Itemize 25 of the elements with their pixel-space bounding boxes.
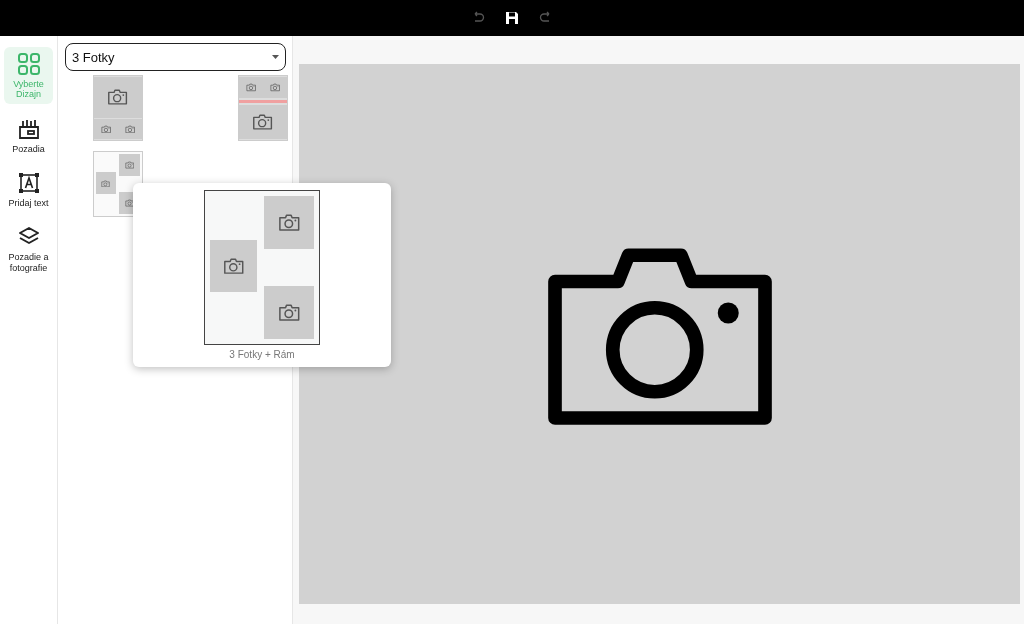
caret-icon	[272, 55, 279, 59]
grid-icon	[16, 52, 41, 76]
layout-thumbnail[interactable]	[238, 75, 288, 141]
camera-icon	[124, 198, 135, 207]
camera-icon	[252, 113, 274, 131]
camera-icon	[245, 83, 257, 92]
camera-icon	[124, 161, 135, 170]
camera-icon	[107, 88, 129, 106]
sidebar-item[interactable]: Pozadia	[4, 111, 53, 159]
camera-icon	[124, 124, 136, 134]
camera-icon	[101, 179, 111, 188]
layout-thumbnail[interactable]	[93, 151, 143, 217]
camera-icon	[278, 212, 301, 232]
camera-icon	[222, 257, 245, 275]
text-box-icon	[16, 171, 41, 196]
camera-icon	[269, 83, 281, 92]
save-button[interactable]	[504, 10, 520, 26]
camera-icon	[100, 124, 112, 134]
sidebar-item[interactable]: Pozadie a fotografie	[4, 220, 53, 278]
layout-dropdown[interactable]: 3 Fotky	[65, 43, 286, 71]
sidebar-item[interactable]: Pridaj text	[4, 166, 53, 213]
camera-icon	[278, 303, 301, 323]
layout-name: 3 Fotky + Rám	[229, 349, 295, 360]
divider-strip	[239, 99, 287, 103]
layout-thumbnail[interactable]	[93, 75, 143, 141]
